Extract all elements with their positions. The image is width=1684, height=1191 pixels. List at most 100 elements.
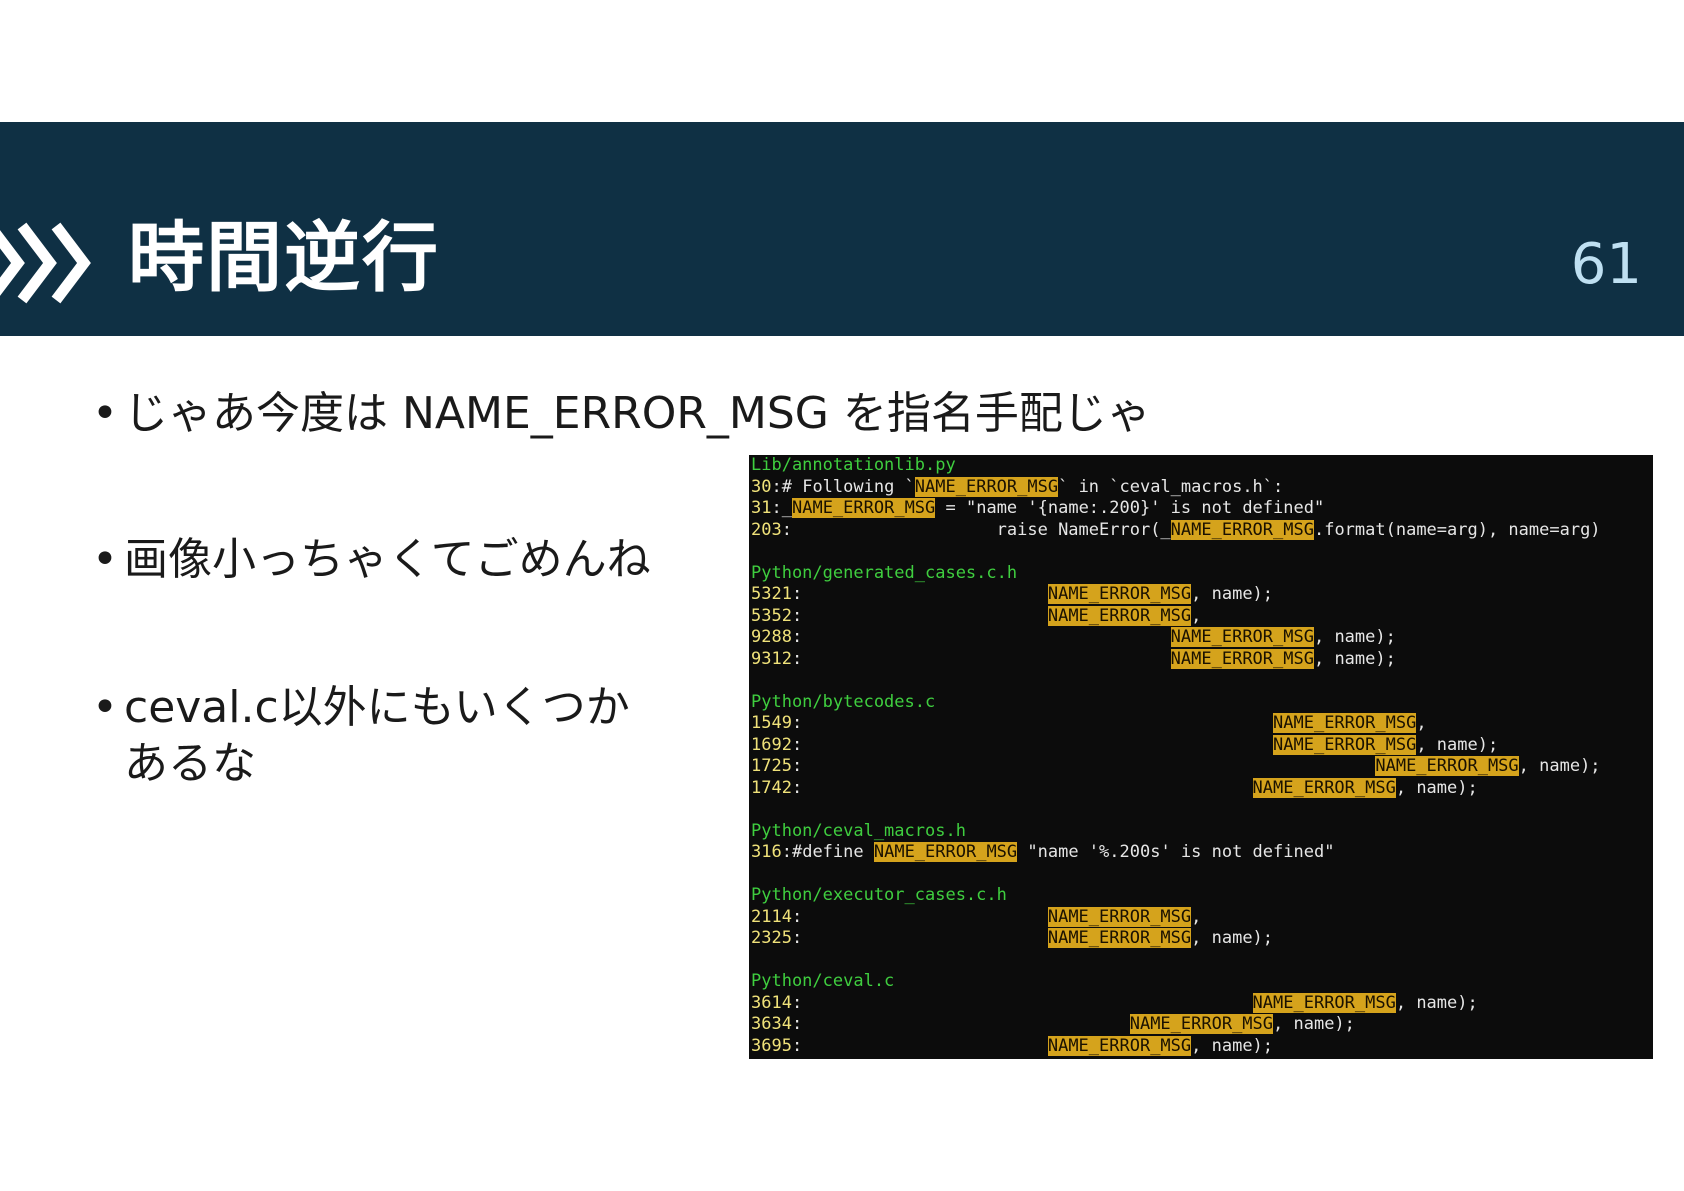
bullet-text: 画像小っちゃくてごめんね: [124, 534, 651, 585]
line-number: 3695: [751, 1035, 792, 1056]
file-path: Python/executor_cases.c.h: [751, 885, 1007, 905]
code-after: , name);: [1395, 992, 1478, 1013]
line-number: 1692: [751, 734, 792, 755]
code-after: , name);: [1395, 777, 1478, 798]
line-number: 2325: [751, 928, 792, 948]
separator: :: [791, 906, 803, 927]
match-line: 30:# Following `NAME_ERROR_MSG` in `ceva…: [749, 476, 1653, 499]
code-after: , name);: [1191, 584, 1274, 604]
file-path: Lib/annotationlib.py: [751, 455, 956, 475]
highlighted-match: NAME_ERROR_MSG: [791, 498, 936, 518]
highlighted-match: NAME_ERROR_MSG: [914, 476, 1059, 497]
line-number: 203: [751, 519, 782, 540]
match-line: 1549: NAME_ERROR_MSG,: [749, 713, 1653, 735]
separator: :: [791, 627, 803, 647]
match-line: 5321: NAME_ERROR_MSG, name);: [749, 584, 1653, 606]
highlighted-match: NAME_ERROR_MSG: [1252, 992, 1396, 1013]
highlighted-match: NAME_ERROR_MSG: [1252, 777, 1396, 798]
page-number: 61: [1570, 232, 1642, 297]
separator: :: [791, 648, 803, 669]
separator: :: [771, 476, 782, 497]
code-before: raise NameError(_: [791, 519, 1171, 540]
highlighted-match: NAME_ERROR_MSG: [873, 842, 1018, 862]
match-line: 9312: NAME_ERROR_MSG, name);: [749, 648, 1653, 671]
separator: :: [791, 992, 803, 1013]
highlighted-match: NAME_ERROR_MSG: [1047, 928, 1192, 948]
bullet-dot: •: [92, 682, 118, 733]
separator: :: [791, 713, 803, 733]
code-after: , name);: [1191, 928, 1274, 948]
separator: :: [791, 1014, 803, 1034]
bullet-item: • 画像小っちゃくてごめんね: [92, 532, 651, 588]
code-after: ,: [1191, 605, 1202, 626]
line-number: 1549: [751, 713, 792, 733]
code-before: # Following `: [781, 476, 915, 497]
code-after: , name);: [1273, 1014, 1355, 1034]
bullet-item: • ceval.c以外にもいくつか あるな: [92, 680, 630, 792]
code-after: .format(name=arg), name=arg): [1313, 519, 1601, 540]
separator: :: [791, 777, 803, 798]
code-before: [802, 735, 1273, 755]
code-after: = "name '{name:.200}' is not defined": [935, 498, 1325, 518]
bullet-dot: •: [92, 534, 118, 585]
code-before: [802, 713, 1273, 733]
bullet-item: • じゃあ今度は NAME_ERROR_MSG を指名手配じゃ: [92, 386, 1151, 442]
code-after: , name);: [1313, 648, 1396, 669]
file-path: Python/bytecodes.c: [751, 691, 936, 712]
match-line: 9288: NAME_ERROR_MSG, name);: [749, 627, 1653, 649]
code-before: [802, 649, 1170, 669]
line-number: 3614: [751, 992, 792, 1013]
line-number: 2114: [751, 906, 792, 927]
code-before: [802, 907, 1048, 927]
match-line: 3695: NAME_ERROR_MSG, name);: [749, 1035, 1653, 1058]
code-after: ,: [1416, 713, 1427, 733]
highlighted-match: NAME_ERROR_MSG: [1170, 627, 1314, 647]
line-number: 316: [751, 842, 782, 862]
highlighted-match: NAME_ERROR_MSG: [1170, 519, 1314, 540]
separator: :: [791, 1035, 803, 1056]
line-number: 9288: [751, 627, 792, 647]
match-line: 203: raise NameError(_NAME_ERROR_MSG.for…: [749, 519, 1653, 542]
match-line: 316:#define NAME_ERROR_MSG "name '%.200s…: [749, 842, 1653, 864]
code-before: [802, 993, 1252, 1013]
code-after: ,: [1191, 906, 1202, 927]
match-line: 5352: NAME_ERROR_MSG,: [749, 605, 1653, 628]
bullet-text: あるな: [124, 738, 256, 789]
slide-title: 時間逆行: [128, 213, 440, 302]
code-after: , name);: [1518, 756, 1601, 776]
separator: :: [781, 519, 792, 540]
match-line: 2114: NAME_ERROR_MSG,: [749, 906, 1653, 929]
line-number: 30: [751, 476, 772, 497]
line-number: 31: [751, 498, 772, 518]
code-before: #define: [791, 842, 874, 862]
match-line: 3614: NAME_ERROR_MSG, name);: [749, 992, 1653, 1015]
code-before: [802, 584, 1048, 604]
bullet-text: ceval.c以外にもいくつか: [124, 682, 630, 733]
match-line: 31:_NAME_ERROR_MSG = "name '{name:.200}'…: [749, 498, 1653, 520]
file-path: Python/generated_cases.c.h: [751, 562, 1018, 583]
code-before: [802, 606, 1048, 626]
code-before: [802, 1014, 1130, 1034]
line-number: 3634: [751, 1014, 792, 1034]
code-before: [802, 756, 1375, 776]
separator: :: [791, 756, 803, 776]
separator: :: [791, 928, 803, 948]
highlighted-match: NAME_ERROR_MSG: [1273, 713, 1417, 733]
code-before: [802, 1036, 1048, 1056]
file-path: Python/ceval.c: [751, 971, 895, 991]
code-before: [802, 928, 1048, 948]
bullet-dot: •: [92, 388, 118, 439]
highlighted-match: NAME_ERROR_MSG: [1129, 1014, 1274, 1034]
file-path: Python/ceval_macros.h: [751, 820, 966, 841]
highlighted-match: NAME_ERROR_MSG: [1273, 734, 1417, 755]
code-before: [802, 627, 1170, 647]
triple-chevron-right-icon: [0, 222, 91, 304]
code-after: , name);: [1416, 734, 1499, 755]
separator: :: [791, 584, 803, 604]
match-line: 1692: NAME_ERROR_MSG, name);: [749, 734, 1653, 757]
code-after: ` in `ceval_macros.h`:: [1058, 476, 1284, 497]
